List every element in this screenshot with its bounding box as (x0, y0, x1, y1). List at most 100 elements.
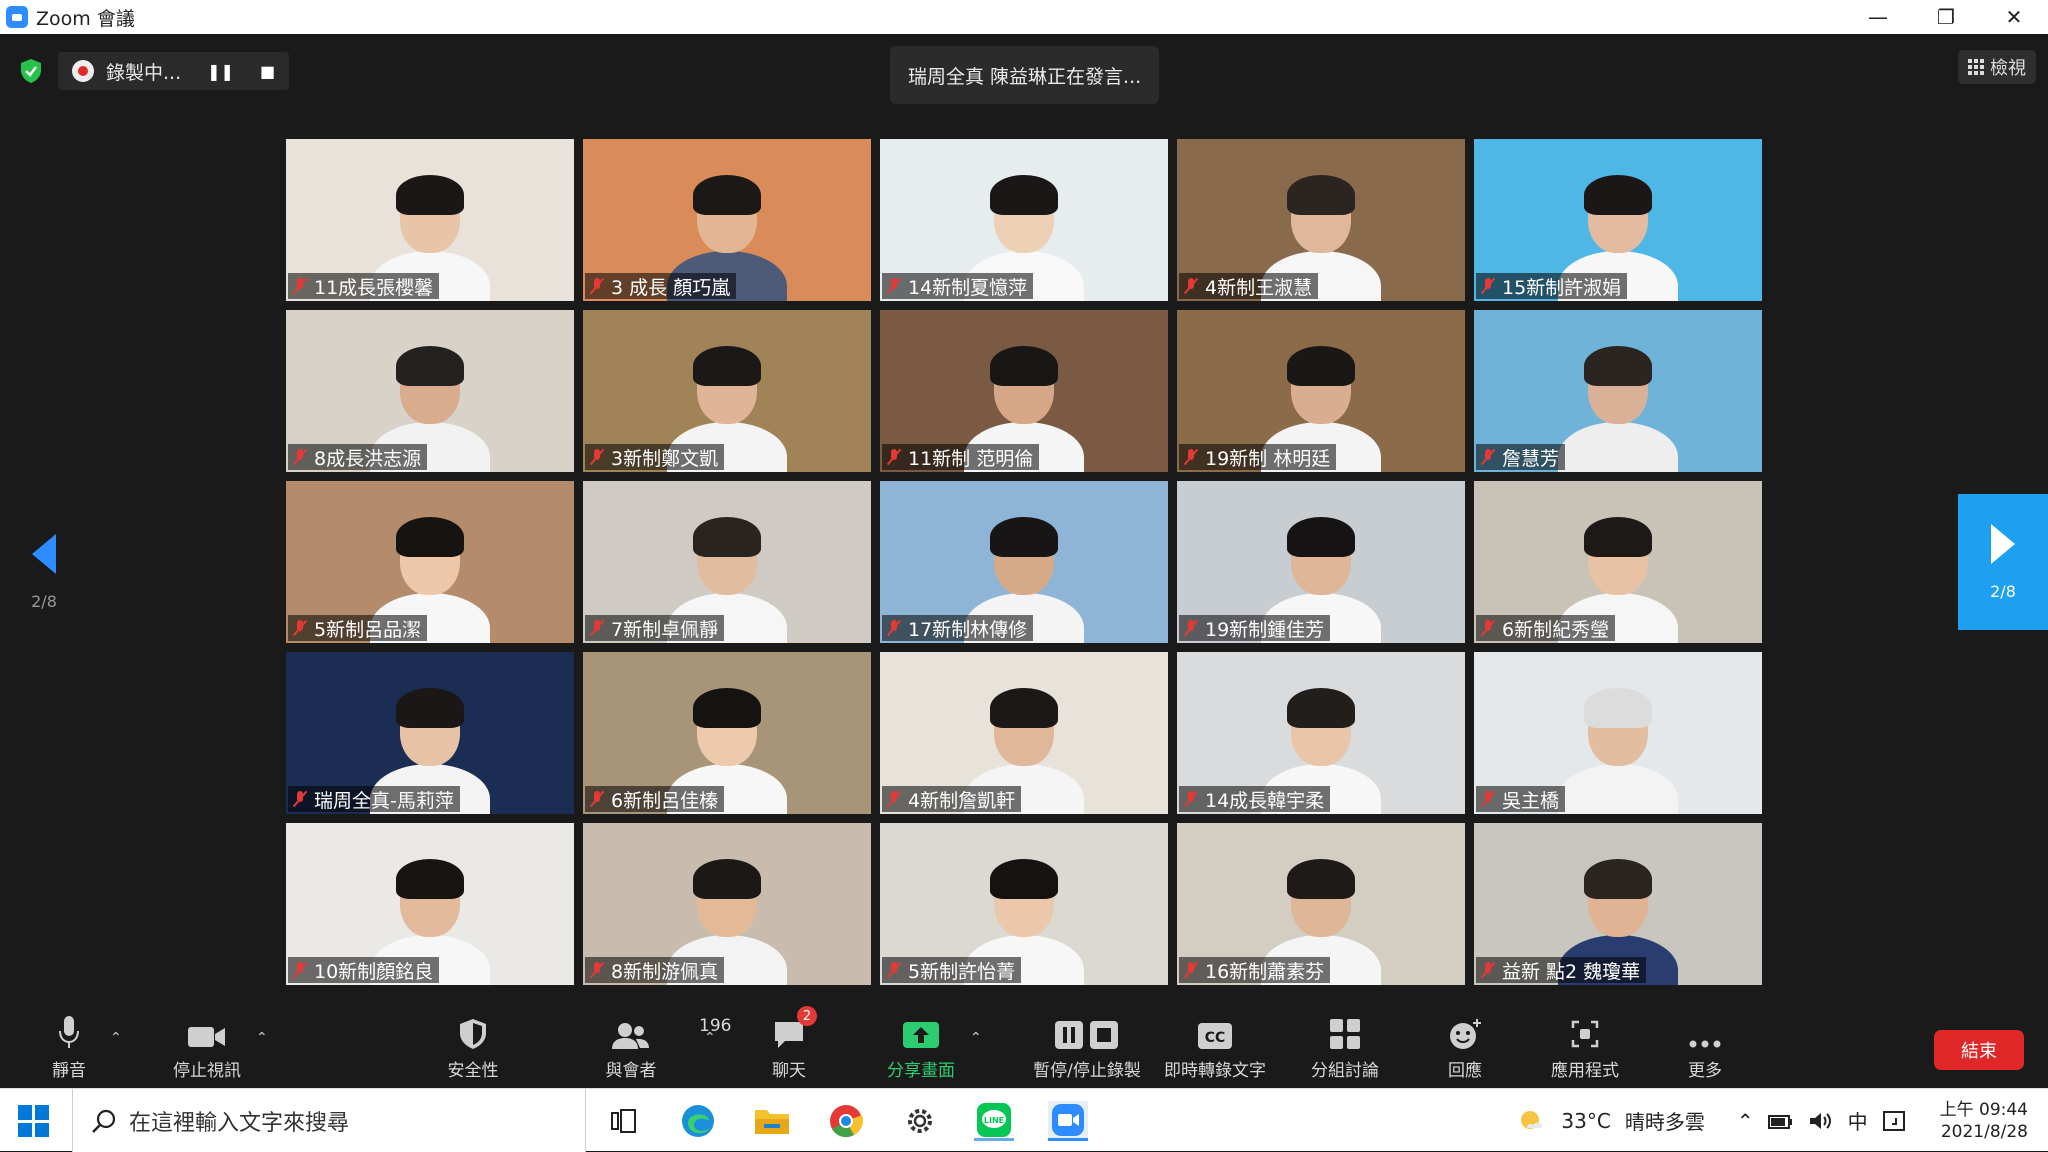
restore-button[interactable]: ❐ (1912, 0, 1980, 34)
muted-microphone-icon (1183, 277, 1199, 295)
video-camera-icon (188, 1010, 226, 1050)
pause-stop-recording-button[interactable]: 暫停/停止錄製 (1022, 1010, 1152, 1081)
windows-start-icon[interactable] (18, 1105, 52, 1137)
participant-video-tile[interactable]: 6新制紀秀瑩 (1474, 481, 1762, 643)
participant-name: 瑞周全真-馬莉萍 (314, 789, 454, 812)
stop-video-button[interactable]: 停止視訊 (142, 1010, 272, 1081)
task-view-icon[interactable] (604, 1101, 644, 1141)
participant-name: 詹慧芳 (1502, 447, 1560, 470)
participant-video-tile[interactable]: 3新制鄭文凱 (583, 310, 871, 472)
next-page-button[interactable]: 2/8 (1958, 494, 2048, 630)
more-button[interactable]: 更多 (1640, 1010, 1770, 1081)
participant-video-tile[interactable]: 4新制王淑慧 (1177, 139, 1465, 301)
muted-microphone-icon (589, 619, 605, 637)
file-explorer-icon[interactable] (752, 1101, 792, 1141)
participant-name-tag: 8新制游佩真 (585, 957, 725, 983)
participant-video-tile[interactable]: 7新制卓佩靜 (583, 481, 871, 643)
participant-video-tile[interactable]: 10新制顏銘良 (286, 823, 574, 985)
active-speaker-banner: 瑞周全真 陳益琳正在發言... (890, 46, 1160, 104)
pause-recording-icon[interactable]: ❚❚ (207, 62, 234, 81)
stop-video-label: 停止視訊 (173, 1061, 241, 1081)
weather-description[interactable]: 晴時多雲 (1625, 1106, 1705, 1135)
chat-label: 聊天 (772, 1061, 806, 1081)
participant-video-tile[interactable]: 15新制許淑娟 (1474, 139, 1762, 301)
window-titlebar: Zoom 會議 — ❐ ✕ (0, 0, 2048, 34)
search-placeholder: 在這裡輸入文字來搜尋 (129, 1110, 350, 1136)
participant-avatar (1558, 342, 1678, 472)
participant-video-tile[interactable]: 8成長洪志源 (286, 310, 574, 472)
video-options-caret-icon[interactable]: ⌃ (256, 1030, 268, 1046)
breakout-rooms-icon (1329, 1010, 1361, 1050)
participant-video-tile[interactable]: 19新制 林明廷 (1177, 310, 1465, 472)
notification-icon[interactable] (1882, 1109, 1906, 1133)
battery-icon[interactable] (1767, 1110, 1794, 1132)
live-transcript-label: 即時轉錄文字 (1164, 1061, 1266, 1081)
line-app-icon[interactable]: LINE (974, 1101, 1014, 1141)
share-options-caret-icon[interactable]: ⌃ (970, 1030, 982, 1046)
participants-options-caret-icon[interactable]: ⌃ (704, 1030, 716, 1046)
muted-microphone-icon (589, 961, 605, 979)
muted-microphone-icon (589, 790, 605, 808)
participant-video-tile[interactable]: 11成長張櫻馨 (286, 139, 574, 301)
participant-name: 8新制游佩真 (611, 960, 719, 983)
zoom-taskbar-icon[interactable] (1048, 1101, 1088, 1141)
edge-browser-icon[interactable] (678, 1101, 718, 1141)
participant-name: 3新制鄭文凱 (611, 447, 719, 470)
participants-button[interactable]: 196 與會者 (566, 1010, 732, 1081)
apps-button[interactable]: 應用程式 (1520, 1010, 1650, 1081)
minimize-button[interactable]: — (1844, 0, 1912, 34)
participant-video-tile[interactable]: 益新 點2 魏瓊華 (1474, 823, 1762, 985)
share-screen-icon (903, 1010, 939, 1050)
audio-options-caret-icon[interactable]: ⌃ (110, 1030, 122, 1046)
participant-name: 5新制呂品潔 (314, 618, 422, 641)
chevron-up-icon[interactable]: ⌃ (1737, 1109, 1754, 1133)
participant-video-tile[interactable]: 17新制林傳修 (880, 481, 1168, 643)
end-meeting-button[interactable]: 結束 (1934, 1030, 2024, 1070)
taskbar-search-box[interactable]: 在這裡輸入文字來搜尋 (72, 1089, 586, 1152)
share-screen-button[interactable]: 分享畫面 (856, 1010, 986, 1081)
input-method-indicator[interactable]: 中 (1848, 1106, 1868, 1135)
participant-video-tile[interactable]: 4新制詹凱軒 (880, 652, 1168, 814)
participant-video-tile[interactable]: 11新制 范明倫 (880, 310, 1168, 472)
video-gallery: 11成長張櫻馨 3 成長 顏巧嵐 14新制夏憶萍 4新制王淑慧 15新制許淑娟 8成長洪志… (286, 139, 1762, 985)
participant-video-tile[interactable]: 5新制呂品潔 (286, 481, 574, 643)
muted-microphone-icon (1480, 448, 1496, 466)
settings-gear-icon[interactable] (900, 1101, 940, 1141)
breakout-rooms-button[interactable]: 分組討論 (1280, 1010, 1410, 1081)
muted-microphone-icon (886, 277, 902, 295)
participant-video-tile[interactable]: 5新制許怡菁 (880, 823, 1168, 985)
muted-microphone-icon (1480, 277, 1496, 295)
participant-name-tag: 瑞周全真-馬莉萍 (288, 786, 460, 812)
reactions-button[interactable]: 回應 (1400, 1010, 1530, 1081)
participant-video-tile[interactable]: 19新制鍾佳芳 (1177, 481, 1465, 643)
participant-video-tile[interactable]: 吳主橋 (1474, 652, 1762, 814)
live-transcript-button[interactable]: CC 即時轉錄文字 (1150, 1010, 1280, 1081)
participant-name: 5新制許怡菁 (908, 960, 1016, 983)
participant-name: 14新制夏憶萍 (908, 276, 1028, 299)
participant-video-tile[interactable]: 瑞周全真-馬莉萍 (286, 652, 574, 814)
participant-video-tile[interactable]: 14成長韓宇柔 (1177, 652, 1465, 814)
chrome-browser-icon[interactable] (826, 1101, 866, 1141)
close-button[interactable]: ✕ (1980, 0, 2048, 34)
volume-icon[interactable] (1808, 1110, 1834, 1132)
encryption-shield-icon[interactable] (18, 56, 44, 86)
participant-name-tag: 3新制鄭文凱 (585, 444, 725, 470)
previous-page-button[interactable]: 2/8 (24, 534, 64, 611)
participant-video-tile[interactable]: 6新制呂佳榛 (583, 652, 871, 814)
security-button[interactable]: 安全性 (408, 1010, 538, 1081)
participant-name: 17新制林傳修 (908, 618, 1028, 641)
view-button[interactable]: 檢視 (1958, 50, 2036, 84)
stop-recording-icon[interactable]: ■ (260, 62, 275, 81)
participant-video-tile[interactable]: 16新制蕭素芬 (1177, 823, 1465, 985)
muted-microphone-icon (292, 277, 308, 295)
participant-name-tag: 19新制鍾佳芳 (1179, 615, 1331, 641)
taskbar-clock[interactable]: 上午 09:44 2021/8/28 (1940, 1099, 2028, 1143)
participant-video-tile[interactable]: 詹慧芳 (1474, 310, 1762, 472)
participant-video-tile[interactable]: 14新制夏憶萍 (880, 139, 1168, 301)
window-controls: — ❐ ✕ (1844, 0, 2048, 34)
participant-video-tile[interactable]: 3 成長 顏巧嵐 (583, 139, 871, 301)
participant-video-tile[interactable]: 8新制游佩真 (583, 823, 871, 985)
muted-microphone-icon (589, 448, 605, 466)
participant-name-tag: 6新制紀秀瑩 (1476, 615, 1616, 641)
chat-button[interactable]: 2 聊天 (724, 1006, 854, 1081)
